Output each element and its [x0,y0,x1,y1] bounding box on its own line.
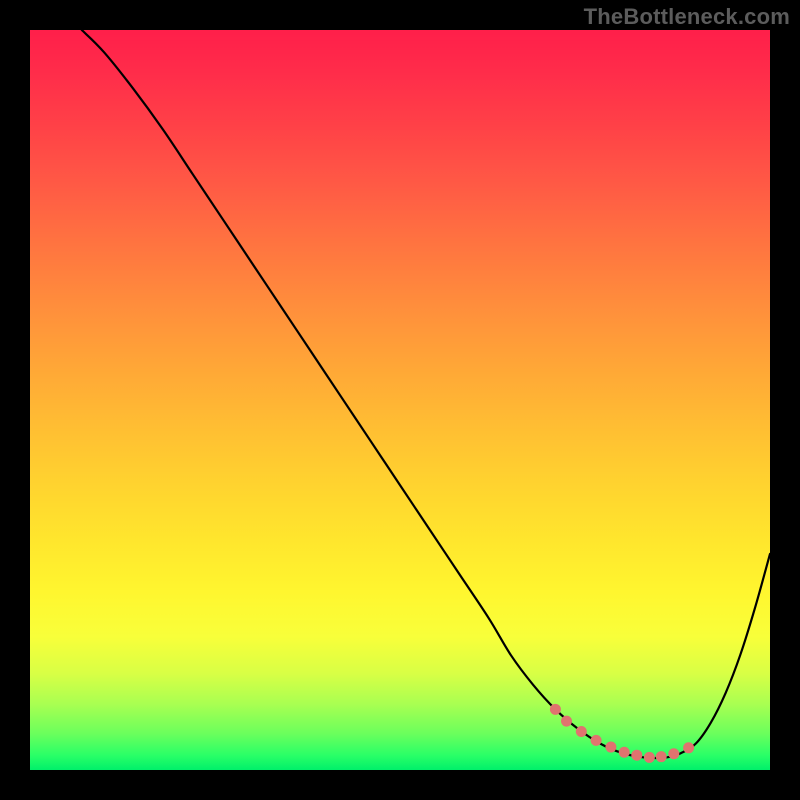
highlight-markers [550,704,694,763]
curve-svg [30,30,770,770]
marker-dot [668,748,679,759]
marker-dot [591,735,602,746]
marker-dot [561,716,572,727]
marker-dot [656,751,667,762]
marker-dot [683,742,694,753]
marker-dot [644,752,655,763]
chart-frame: TheBottleneck.com [0,0,800,800]
bottleneck-curve [82,30,770,758]
marker-dot [631,750,642,761]
marker-dot [576,726,587,737]
marker-dot [605,742,616,753]
marker-dot [550,704,561,715]
marker-dot [619,747,630,758]
plot-area [30,30,770,770]
watermark-text: TheBottleneck.com [584,4,790,30]
